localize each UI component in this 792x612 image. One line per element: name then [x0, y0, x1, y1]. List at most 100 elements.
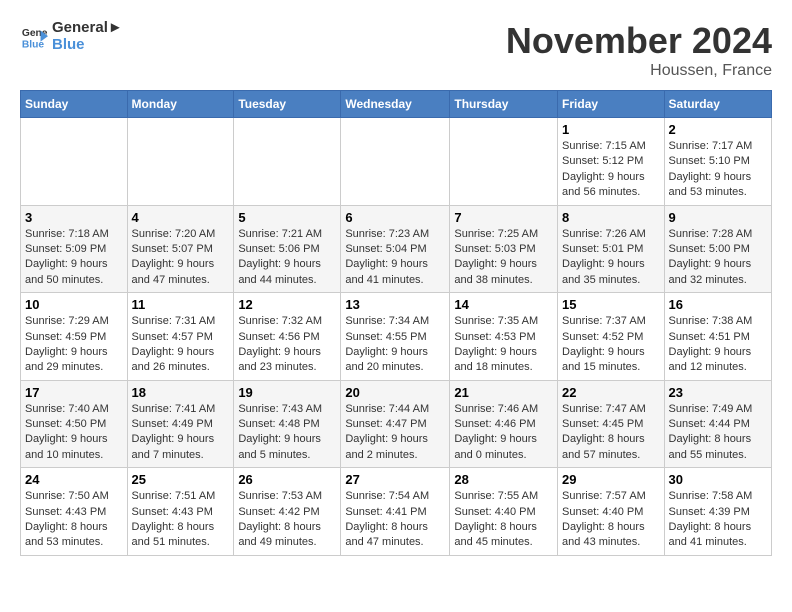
month-title: November 2024 — [506, 20, 772, 62]
calendar-cell: 1 Sunrise: 7:15 AM Sunset: 5:12 PM Daylig… — [558, 118, 665, 206]
calendar-table: SundayMondayTuesdayWednesdayThursdayFrid… — [20, 90, 772, 556]
calendar-week-row: 1 Sunrise: 7:15 AM Sunset: 5:12 PM Daylig… — [21, 118, 772, 206]
calendar-cell: 28 Sunrise: 7:55 AM Sunset: 4:40 PM Dayli… — [450, 468, 558, 556]
calendar-cell: 9 Sunrise: 7:28 AM Sunset: 5:00 PM Daylig… — [664, 205, 771, 293]
calendar-cell: 13 Sunrise: 7:34 AM Sunset: 4:55 PM Dayli… — [341, 293, 450, 381]
day-detail: Sunrise: 7:47 AM Sunset: 4:45 PM Dayligh… — [562, 402, 660, 464]
day-number: 16 — [669, 297, 767, 312]
day-number: 27 — [345, 472, 445, 487]
calendar-cell: 27 Sunrise: 7:54 AM Sunset: 4:41 PM Dayli… — [341, 468, 450, 556]
day-detail: Sunrise: 7:51 AM Sunset: 4:43 PM Dayligh… — [132, 489, 230, 551]
day-number: 1 — [562, 122, 660, 137]
calendar-cell: 21Sunrise: 7:46 AM Sunset: 4:46 PM Dayli… — [450, 380, 558, 468]
svg-text:Blue: Blue — [22, 39, 45, 50]
calendar-week-row: 3 Sunrise: 7:18 AM Sunset: 5:09 PM Daylig… — [21, 205, 772, 293]
day-detail: Sunrise: 7:54 AM Sunset: 4:41 PM Dayligh… — [345, 489, 445, 551]
location-title: Houssen, France — [506, 62, 772, 80]
day-detail: Sunrise: 7:58 AM Sunset: 4:39 PM Dayligh… — [669, 489, 767, 551]
day-number: 26 — [238, 472, 336, 487]
day-number: 14 — [454, 297, 553, 312]
calendar-cell: 29 Sunrise: 7:57 AM Sunset: 4:40 PM Dayli… — [558, 468, 665, 556]
day-number: 8 — [562, 210, 660, 225]
day-number: 15 — [562, 297, 660, 312]
day-detail: Sunrise: 7:53 AM Sunset: 4:42 PM Dayligh… — [238, 489, 336, 551]
calendar-header: SundayMondayTuesdayWednesdayThursdayFrid… — [21, 91, 772, 118]
calendar-cell: 18 Sunrise: 7:41 AM Sunset: 4:49 PM Dayli… — [127, 380, 234, 468]
day-number: 29 — [562, 472, 660, 487]
day-number: 28 — [454, 472, 553, 487]
day-header-friday: Friday — [558, 91, 665, 118]
calendar-cell: 14 Sunrise: 7:35 AM Sunset: 4:53 PM Dayli… — [450, 293, 558, 381]
calendar-cell: 8 Sunrise: 7:26 AM Sunset: 5:01 PM Daylig… — [558, 205, 665, 293]
calendar-cell: 5 Sunrise: 7:21 AM Sunset: 5:06 PM Daylig… — [234, 205, 341, 293]
day-number: 7 — [454, 210, 553, 225]
day-header-tuesday: Tuesday — [234, 91, 341, 118]
day-number: 11 — [132, 297, 230, 312]
day-number: 24 — [25, 472, 123, 487]
day-detail: Sunrise: 7:55 AM Sunset: 4:40 PM Dayligh… — [454, 489, 553, 551]
day-detail: Sunrise: 7:25 AM Sunset: 5:03 PM Dayligh… — [454, 227, 553, 289]
day-number: 5 — [238, 210, 336, 225]
calendar-cell — [21, 118, 128, 206]
day-number: 6 — [345, 210, 445, 225]
day-detail: Sunrise: 7:35 AM Sunset: 4:53 PM Dayligh… — [454, 314, 553, 376]
calendar-week-row: 10Sunrise: 7:29 AM Sunset: 4:59 PM Dayli… — [21, 293, 772, 381]
day-number: 18 — [132, 385, 230, 400]
day-number: 9 — [669, 210, 767, 225]
calendar-week-row: 24 Sunrise: 7:50 AM Sunset: 4:43 PM Dayli… — [21, 468, 772, 556]
logo-blue-label: Blue — [52, 36, 85, 53]
day-detail: Sunrise: 7:41 AM Sunset: 4:49 PM Dayligh… — [132, 402, 230, 464]
day-number: 2 — [669, 122, 767, 137]
day-detail: Sunrise: 7:26 AM Sunset: 5:01 PM Dayligh… — [562, 227, 660, 289]
day-detail: Sunrise: 7:43 AM Sunset: 4:48 PM Dayligh… — [238, 402, 336, 464]
day-number: 3 — [25, 210, 123, 225]
day-header-wednesday: Wednesday — [341, 91, 450, 118]
calendar-cell — [127, 118, 234, 206]
day-detail: Sunrise: 7:15 AM Sunset: 5:12 PM Dayligh… — [562, 139, 660, 201]
logo-icon: General Blue — [20, 23, 48, 51]
day-detail: Sunrise: 7:21 AM Sunset: 5:06 PM Dayligh… — [238, 227, 336, 289]
day-detail: Sunrise: 7:38 AM Sunset: 4:51 PM Dayligh… — [669, 314, 767, 376]
day-detail: Sunrise: 7:20 AM Sunset: 5:07 PM Dayligh… — [132, 227, 230, 289]
day-number: 20 — [345, 385, 445, 400]
calendar-cell — [234, 118, 341, 206]
calendar-cell: 17 Sunrise: 7:40 AM Sunset: 4:50 PM Dayli… — [21, 380, 128, 468]
day-detail: Sunrise: 7:50 AM Sunset: 4:43 PM Dayligh… — [25, 489, 123, 551]
day-detail: Sunrise: 7:28 AM Sunset: 5:00 PM Dayligh… — [669, 227, 767, 289]
day-detail: Sunrise: 7:32 AM Sunset: 4:56 PM Dayligh… — [238, 314, 336, 376]
day-detail: Sunrise: 7:57 AM Sunset: 4:40 PM Dayligh… — [562, 489, 660, 551]
day-number: 13 — [345, 297, 445, 312]
day-detail: Sunrise: 7:18 AM Sunset: 5:09 PM Dayligh… — [25, 227, 123, 289]
day-detail: Sunrise: 7:17 AM Sunset: 5:10 PM Dayligh… — [669, 139, 767, 201]
logo-blue-text: Blue — [52, 37, 123, 54]
day-number: 17 — [25, 385, 123, 400]
calendar-cell: 20Sunrise: 7:44 AM Sunset: 4:47 PM Dayli… — [341, 380, 450, 468]
page-header: General Blue General► Blue November 2024… — [20, 20, 772, 80]
day-detail: Sunrise: 7:49 AM Sunset: 4:44 PM Dayligh… — [669, 402, 767, 464]
day-detail: Sunrise: 7:34 AM Sunset: 4:55 PM Dayligh… — [345, 314, 445, 376]
calendar-cell: 6 Sunrise: 7:23 AM Sunset: 5:04 PM Daylig… — [341, 205, 450, 293]
calendar-cell: 19 Sunrise: 7:43 AM Sunset: 4:48 PM Dayli… — [234, 380, 341, 468]
day-detail: Sunrise: 7:46 AM Sunset: 4:46 PM Dayligh… — [454, 402, 553, 464]
day-number: 12 — [238, 297, 336, 312]
calendar-cell: 3 Sunrise: 7:18 AM Sunset: 5:09 PM Daylig… — [21, 205, 128, 293]
day-detail: Sunrise: 7:23 AM Sunset: 5:04 PM Dayligh… — [345, 227, 445, 289]
day-number: 4 — [132, 210, 230, 225]
day-detail: Sunrise: 7:29 AM Sunset: 4:59 PM Dayligh… — [25, 314, 123, 376]
day-number: 19 — [238, 385, 336, 400]
day-detail: Sunrise: 7:31 AM Sunset: 4:57 PM Dayligh… — [132, 314, 230, 376]
day-detail: Sunrise: 7:40 AM Sunset: 4:50 PM Dayligh… — [25, 402, 123, 464]
day-header-thursday: Thursday — [450, 91, 558, 118]
logo: General Blue General► Blue — [20, 20, 123, 53]
calendar-cell: 23 Sunrise: 7:49 AM Sunset: 4:44 PM Dayli… — [664, 380, 771, 468]
calendar-cell — [450, 118, 558, 206]
day-header-monday: Monday — [127, 91, 234, 118]
calendar-cell: 30Sunrise: 7:58 AM Sunset: 4:39 PM Dayli… — [664, 468, 771, 556]
calendar-cell: 22Sunrise: 7:47 AM Sunset: 4:45 PM Dayli… — [558, 380, 665, 468]
calendar-cell: 16 Sunrise: 7:38 AM Sunset: 4:51 PM Dayli… — [664, 293, 771, 381]
day-number: 23 — [669, 385, 767, 400]
title-area: November 2024 Houssen, France — [506, 20, 772, 80]
day-number: 25 — [132, 472, 230, 487]
logo-general-text: General► — [52, 20, 123, 37]
day-headers-row: SundayMondayTuesdayWednesdayThursdayFrid… — [21, 91, 772, 118]
